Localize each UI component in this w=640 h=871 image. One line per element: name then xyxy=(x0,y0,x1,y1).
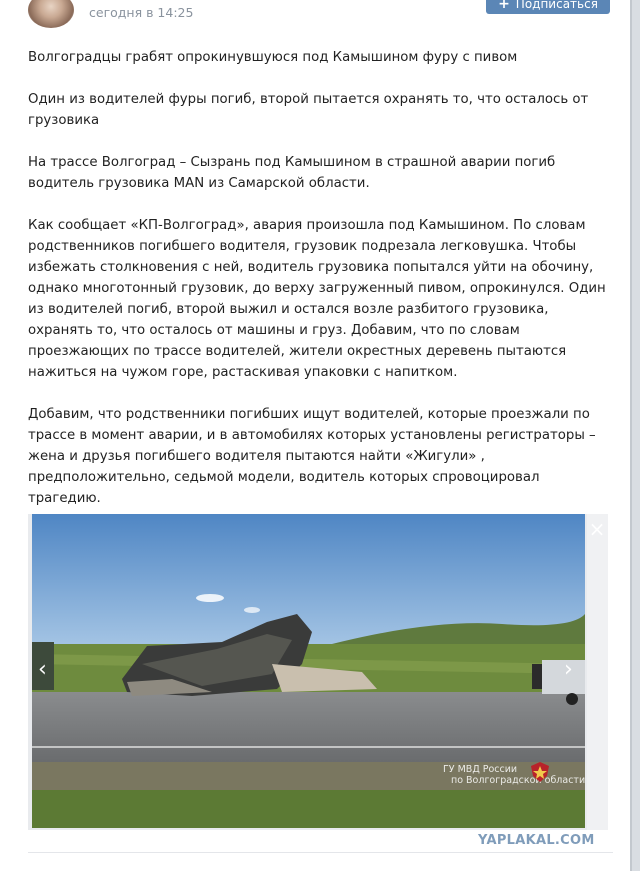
photo-side-strip xyxy=(587,514,608,830)
scrollbar-track[interactable] xyxy=(630,0,632,871)
photo-watermark: ГУ МВД России по Волгоградской области xyxy=(443,764,585,786)
post-paragraph: На трассе Волгоград – Сызрань под Камыши… xyxy=(28,155,556,191)
plus-icon: + xyxy=(498,0,510,12)
avatar[interactable] xyxy=(28,0,74,28)
watermark-line: ГУ МВД России xyxy=(443,764,518,775)
post-header: сегодня в 14:25 + Подписаться xyxy=(0,0,630,30)
post-subtitle: Один из водителей фуры погиб, второй пыт… xyxy=(28,92,589,128)
subscribe-button[interactable]: + Подписаться xyxy=(486,0,610,14)
site-watermark: YAPLAKAL.COM xyxy=(478,833,595,848)
watermark-line: по Волгоградской области xyxy=(451,775,586,786)
close-icon[interactable]: × xyxy=(588,519,606,539)
chevron-right-icon[interactable]: › xyxy=(564,659,573,681)
post-time[interactable]: сегодня в 14:25 xyxy=(89,5,193,20)
photo-viewer: × ‹ › ГУ МВД России по Волгоградской обл… xyxy=(28,514,608,830)
subscribe-label: Подписаться xyxy=(515,0,598,11)
post-paragraph: Как сообщает «КП-Волгоград», авария прои… xyxy=(28,218,606,380)
chevron-left-icon[interactable]: ‹ xyxy=(38,659,47,681)
post-headline: Волгоградцы грабят опрокинувшуюся под Ка… xyxy=(28,50,518,65)
post-text: Волгоградцы грабят опрокинувшуюся под Ка… xyxy=(28,47,613,530)
post-paragraph: Добавим, что родственники погибших ищут … xyxy=(28,407,596,506)
divider xyxy=(28,852,613,853)
police-emblem-icon xyxy=(531,762,549,782)
